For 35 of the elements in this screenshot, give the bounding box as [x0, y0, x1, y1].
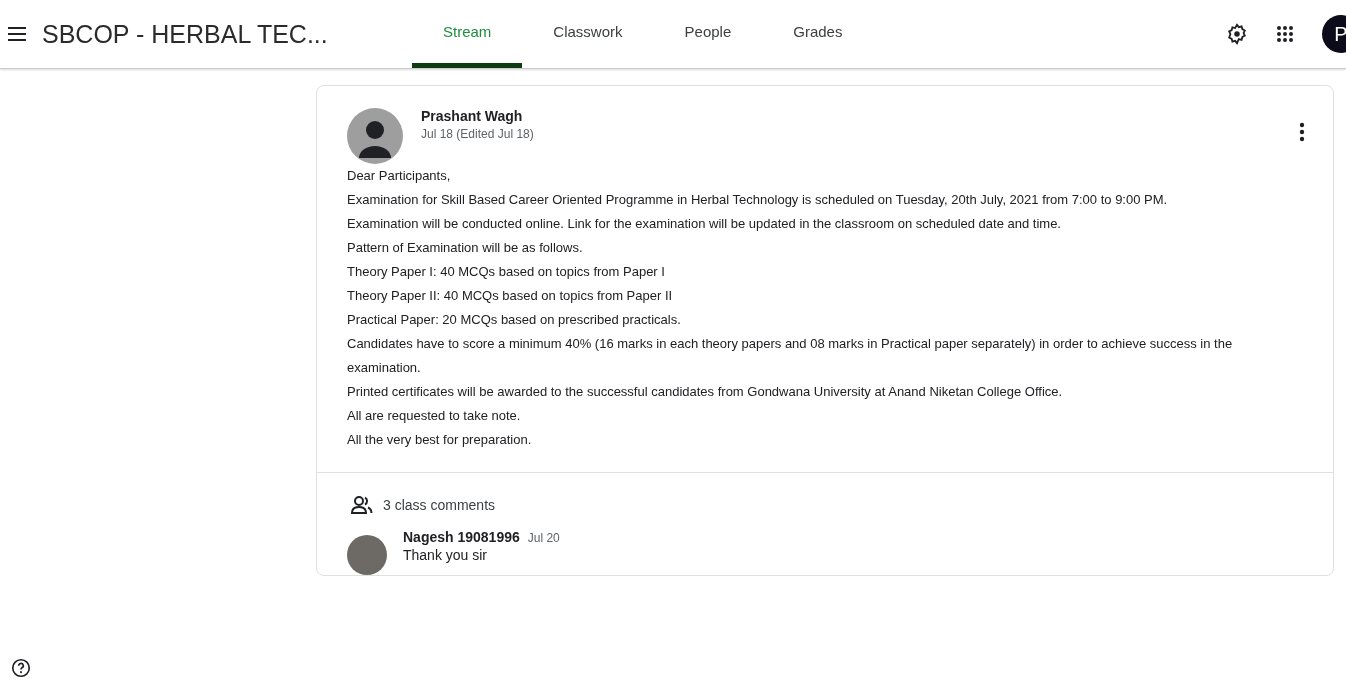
more-vertical-icon [1299, 122, 1305, 142]
settings-button[interactable] [1226, 23, 1248, 45]
post-date: Jul 18 (Edited Jul 18) [421, 127, 534, 141]
help-icon[interactable] [10, 657, 32, 679]
apps-button[interactable] [1276, 25, 1294, 43]
post-text: Printed certificates will be awarded to the successful candidates from Gondwana University at Anand Niketan College Office. [347, 383, 1064, 401]
apps-grid-icon [1276, 25, 1294, 43]
comment-author: Nagesh 19081996 [403, 529, 520, 545]
post-text: Candidates have to score a minimum 40% (16 marks in each theory papers and 08 marks in Practical paper separately) in order to achieve success in the examination. [347, 335, 1234, 377]
post-text: Examination for Skill Based Career Oriented Programme in Herbal Technology is scheduled on Tuesday, 20th July, 2021 from 7:00 to 9:00 PM. [347, 191, 1169, 209]
post-text: Theory Paper I: 40 MCQs based on topics from Paper I [347, 263, 666, 281]
post-text: All the very best for preparation. [347, 431, 533, 449]
post-text: Practical Paper: 20 MCQs based on prescribed practicals. [347, 311, 682, 329]
more-options-button[interactable] [1299, 122, 1305, 142]
menu-icon [6, 25, 28, 43]
photo-placeholder [347, 535, 387, 575]
account-avatar[interactable]: P [1322, 15, 1346, 53]
post-text: Theory Paper II: 40 MCQs based on topics from Paper II [347, 287, 674, 305]
nav-tab[interactable]: Grades [762, 0, 874, 68]
comment-text: Thank you sir [403, 547, 489, 563]
nav-tab[interactable]: Classwork [522, 0, 654, 68]
post-text: Dear Participants, [347, 167, 452, 185]
settings-icon [1226, 23, 1248, 45]
nav-tab[interactable]: People [653, 0, 763, 68]
class-comments-link[interactable]: 3 class comments [383, 497, 496, 513]
post-author: Prashant Wagh [421, 108, 524, 124]
nav-tab[interactable]: Stream [412, 0, 523, 68]
post-text: Pattern of Examination will be as follows. [347, 239, 584, 257]
people-icon [351, 495, 373, 515]
person-avatar-icon [347, 108, 403, 164]
menu-button[interactable] [6, 25, 28, 43]
comment-date: Jul 20 [527, 531, 560, 545]
post-text: Examination will be conducted online. Link for the examination will be updated in the classroom on scheduled date and time. [347, 215, 1062, 233]
post-text: All are requested to take note. [347, 407, 522, 425]
class-title: SBCOP - HERBAL TEC... [42, 19, 329, 49]
